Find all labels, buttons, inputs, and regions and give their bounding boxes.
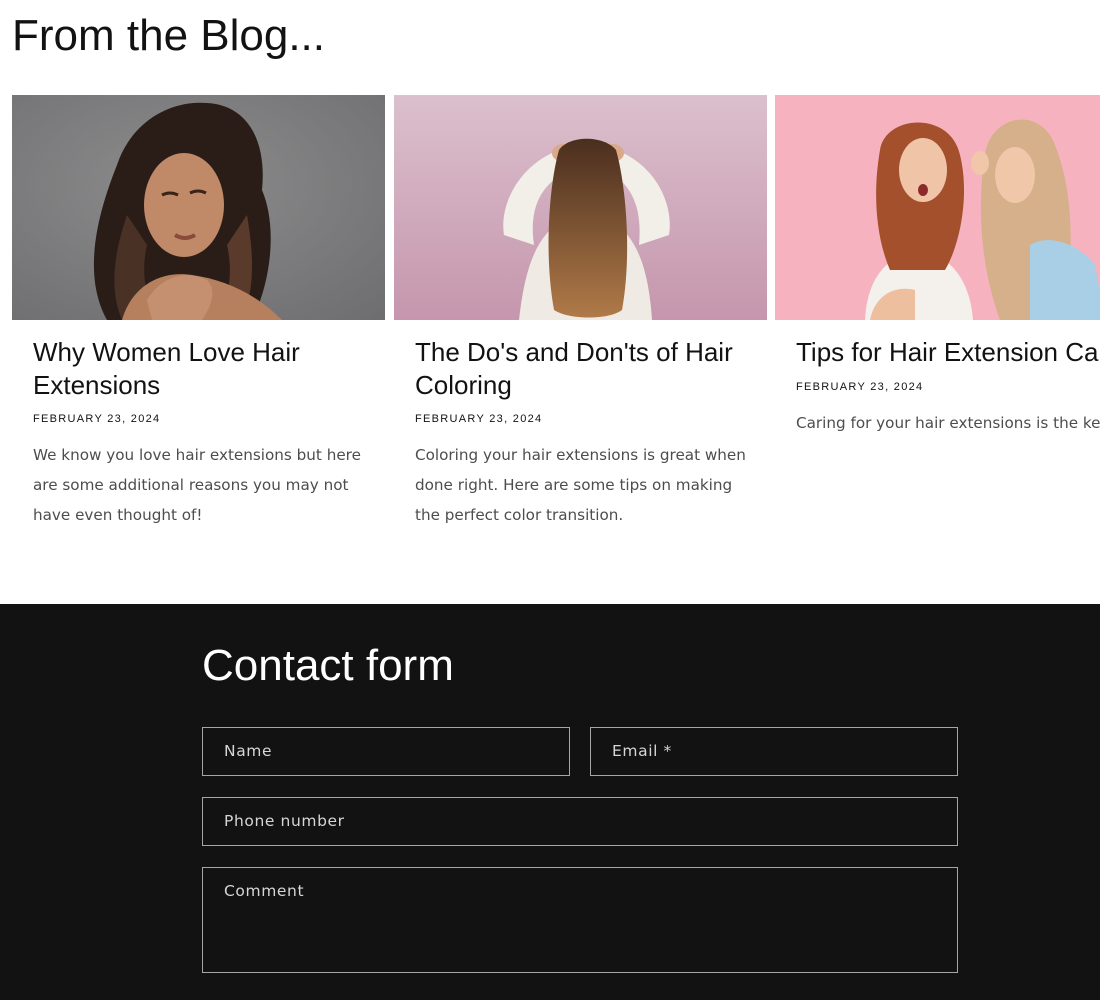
blog-post-date: FEBRUARY 23, 2024 [415, 413, 543, 425]
blog-post-card[interactable]: The Do's and Don'ts of Hair Coloring FEB… [394, 95, 767, 565]
comment-field-placeholder: Comment [224, 882, 305, 900]
blog-post-date: FEBRUARY 23, 2024 [796, 380, 924, 393]
blog-post-list: Why Women Love Hair Extensions FEBRUARY … [12, 95, 1100, 565]
blog-post-title[interactable]: The Do's and Don'ts of Hair Coloring [415, 336, 760, 401]
blog-post-image[interactable] [394, 95, 767, 320]
blog-post-image[interactable] [12, 95, 385, 320]
blog-post-excerpt: Coloring your hair extensions is great w… [415, 446, 746, 524]
blog-heading: From the Blog... [12, 11, 326, 60]
phone-field-placeholder: Phone number [224, 812, 345, 830]
contact-section: Contact form Name Email * Phone number C… [0, 604, 1100, 1000]
blog-post-body: Tips for Hair Extension Care FEBRUARY 23… [796, 336, 1100, 438]
name-field[interactable]: Name [202, 727, 570, 776]
email-field-placeholder: Email * [612, 742, 672, 760]
name-field-placeholder: Name [224, 742, 273, 760]
comment-field[interactable]: Comment [202, 867, 958, 973]
blog-post-excerpt: Caring for your hair extensions is the k… [796, 413, 1100, 432]
blog-post-title[interactable]: Why Women Love Hair Extensions [33, 336, 378, 401]
blog-post-card[interactable]: Tips for Hair Extension Care FEBRUARY 23… [775, 95, 1100, 565]
contact-form-heading: Contact form [202, 641, 454, 690]
email-field[interactable]: Email * [590, 727, 958, 776]
blog-post-image[interactable] [775, 95, 1100, 320]
blog-post-title[interactable]: Tips for Hair Extension Care [796, 336, 1100, 369]
blog-post-card[interactable]: Why Women Love Hair Extensions FEBRUARY … [12, 95, 385, 565]
blog-section: From the Blog... Why Women Love Hair Ext… [0, 0, 1100, 604]
blog-post-body: Why Women Love Hair Extensions FEBRUARY … [33, 336, 378, 530]
blog-post-body: The Do's and Don'ts of Hair Coloring FEB… [415, 336, 760, 530]
phone-field[interactable]: Phone number [202, 797, 958, 846]
blog-post-date: FEBRUARY 23, 2024 [33, 413, 161, 425]
blog-post-excerpt: We know you love hair extensions but her… [33, 446, 361, 524]
